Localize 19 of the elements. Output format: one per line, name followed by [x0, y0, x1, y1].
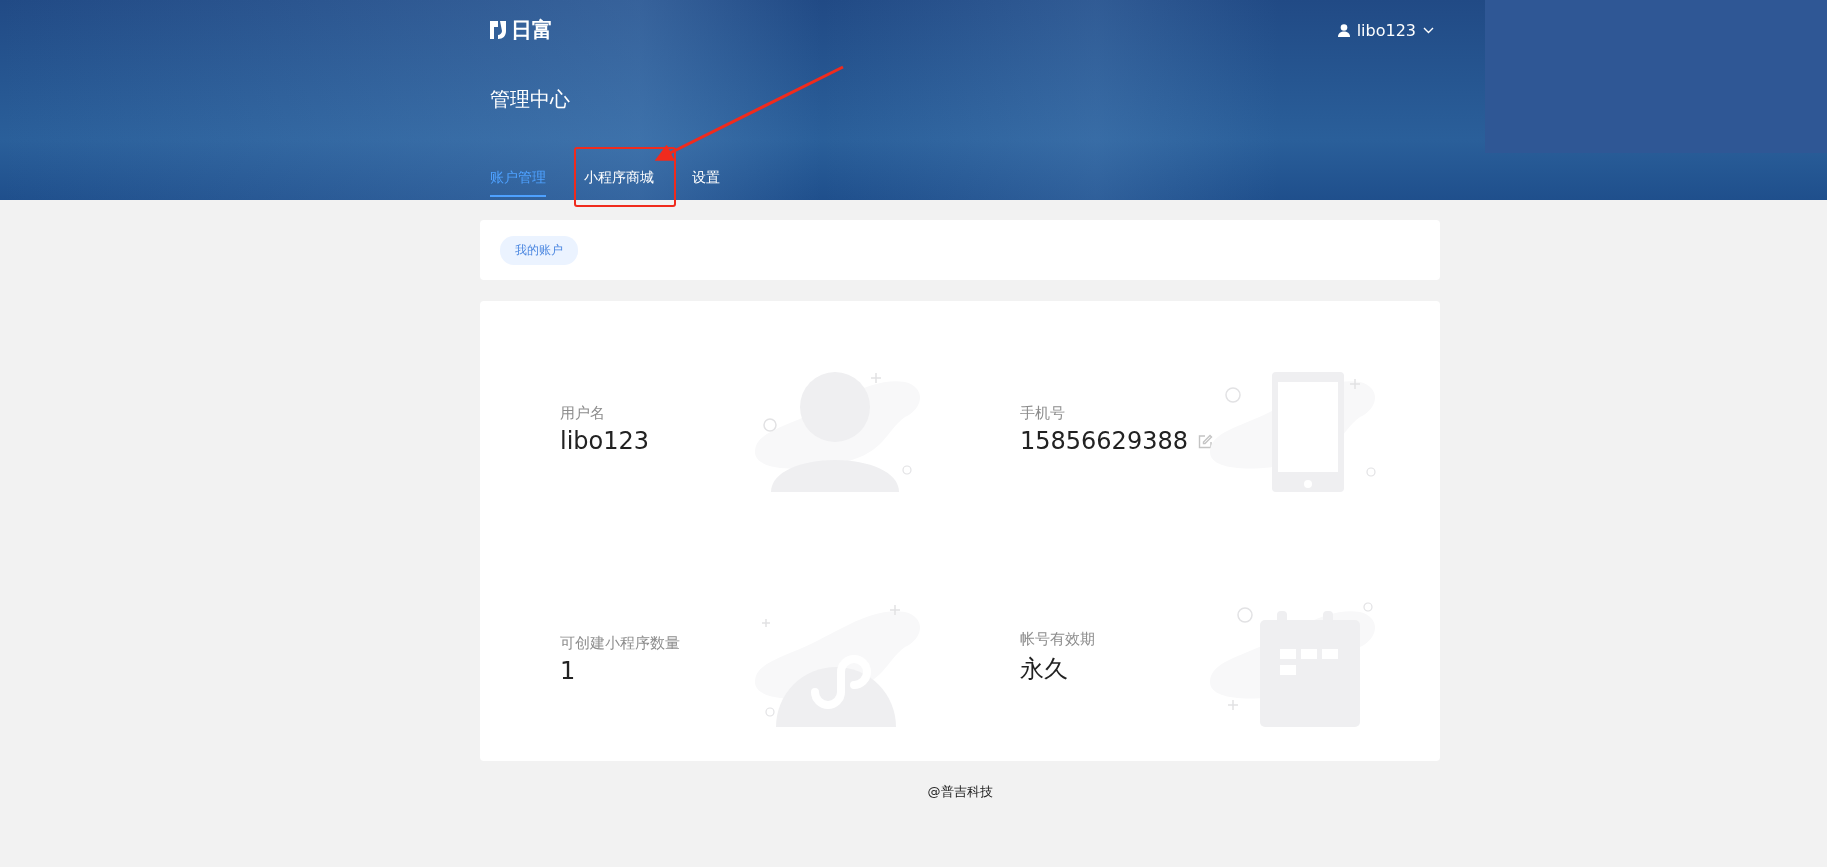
info-value: libo123: [560, 427, 650, 455]
footer-text: @普吉科技: [927, 783, 993, 801]
chevron-down-icon: [1423, 26, 1434, 34]
edit-icon[interactable]: [1197, 433, 1213, 449]
subtab-pill[interactable]: 我的账户: [500, 235, 578, 265]
info-value: 永久: [1020, 654, 1068, 685]
info-label: 可创建小程序数量: [560, 634, 681, 653]
user-menu[interactable]: libo123: [1337, 20, 1434, 40]
user-icon: [1337, 23, 1350, 37]
info-label: 手机号: [1020, 404, 1066, 423]
page-title: 管理中心: [489, 86, 571, 113]
nav-tab[interactable]: 设置: [692, 169, 720, 197]
nav-tab[interactable]: 小程序商城: [584, 169, 654, 197]
info-value: 15856629388: [1020, 427, 1188, 455]
logo-text: 日富: [511, 17, 553, 44]
info-label: 帐号有效期: [1020, 630, 1096, 649]
logo-icon: [488, 19, 508, 41]
info-label: 用户名: [560, 404, 606, 423]
info-value: 1: [560, 657, 576, 685]
